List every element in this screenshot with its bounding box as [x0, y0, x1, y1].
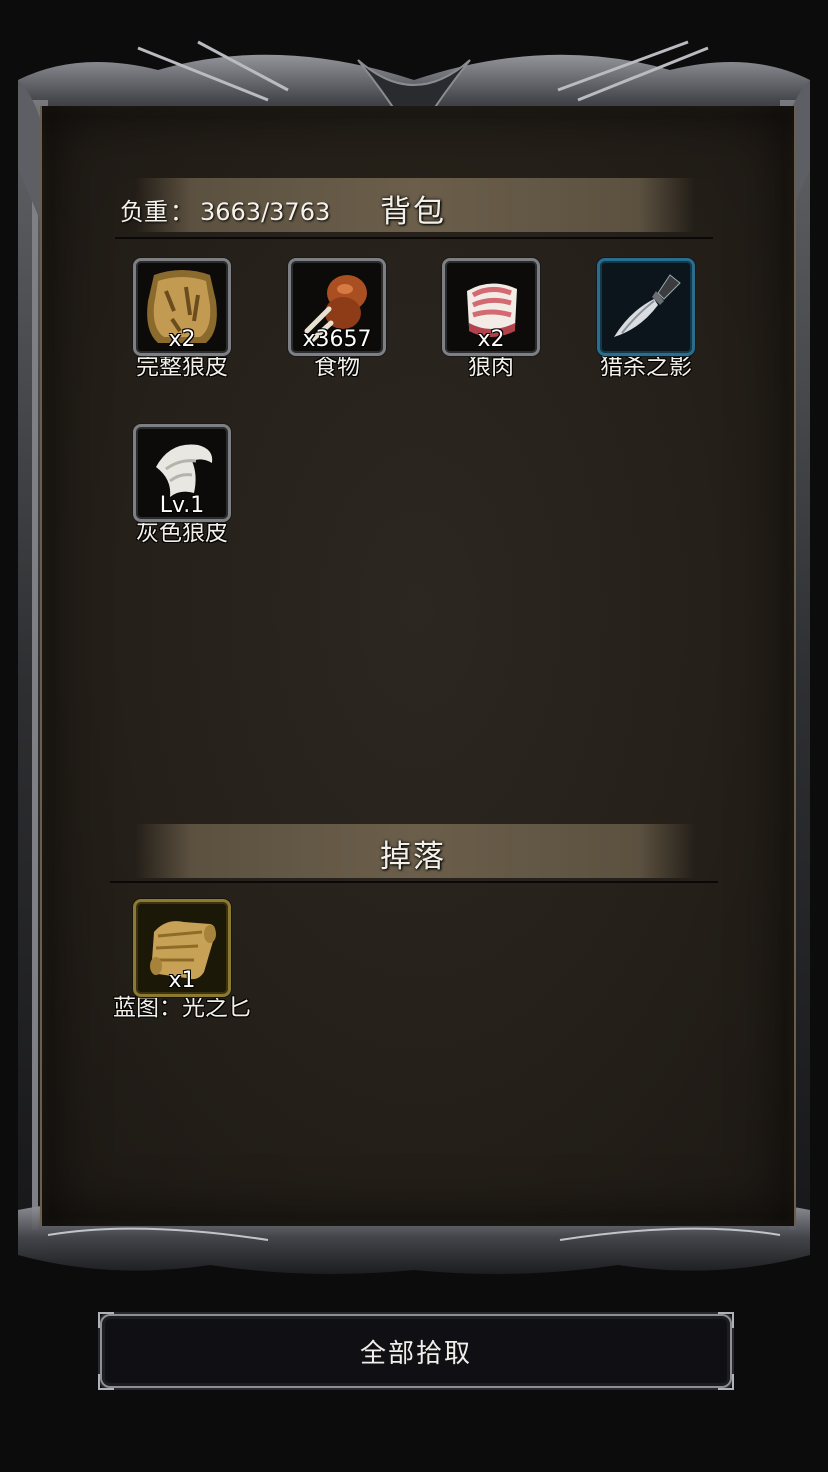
- weight-label: 负重: [120, 198, 168, 226]
- item-level: Lv.1: [159, 493, 205, 518]
- item-slot[interactable]: x1: [133, 899, 231, 997]
- weight-value: 3663/3763: [200, 198, 331, 226]
- item-quantity: x2: [168, 327, 196, 352]
- backpack-item-wolf-meat[interactable]: x2 狼肉: [411, 258, 571, 384]
- item-slot[interactable]: x3657: [288, 258, 386, 356]
- weight-separator: ：: [170, 198, 194, 226]
- item-slot[interactable]: [597, 258, 695, 356]
- pickup-all-button[interactable]: 全部拾取: [98, 1312, 734, 1390]
- weight-indicator: 负重： 3663/3763: [120, 192, 330, 227]
- item-quantity: x1: [168, 968, 196, 993]
- drops-divider: [110, 881, 718, 883]
- item-slot[interactable]: x2: [442, 258, 540, 356]
- item-quantity: x2: [477, 327, 505, 352]
- button-corner-ornament: [98, 1374, 114, 1390]
- item-slot[interactable]: x2: [133, 258, 231, 356]
- button-corner-ornament: [718, 1312, 734, 1328]
- backpack-item-hunting-shadow[interactable]: 猎杀之影: [566, 258, 726, 384]
- dagger-icon: [614, 274, 681, 337]
- backpack-item-wolf-pelt[interactable]: x2 完整狼皮: [102, 258, 262, 384]
- drop-item-blueprint[interactable]: x1 蓝图：光之匕: [102, 899, 262, 1025]
- backpack-title: 背包: [380, 194, 446, 230]
- drops-title: 掉落: [380, 839, 446, 875]
- button-corner-ornament: [98, 1312, 114, 1328]
- backpack-item-food[interactable]: x3657 食物: [257, 258, 417, 384]
- button-corner-ornament: [718, 1374, 734, 1390]
- backpack-divider: [115, 237, 713, 239]
- item-slot[interactable]: Lv.1: [133, 424, 231, 522]
- pickup-all-label: 全部拾取: [359, 1338, 472, 1369]
- item-quantity: x3657: [302, 327, 372, 352]
- backpack-item-gray-wolf-pelt[interactable]: Lv.1 灰色狼皮: [102, 424, 262, 550]
